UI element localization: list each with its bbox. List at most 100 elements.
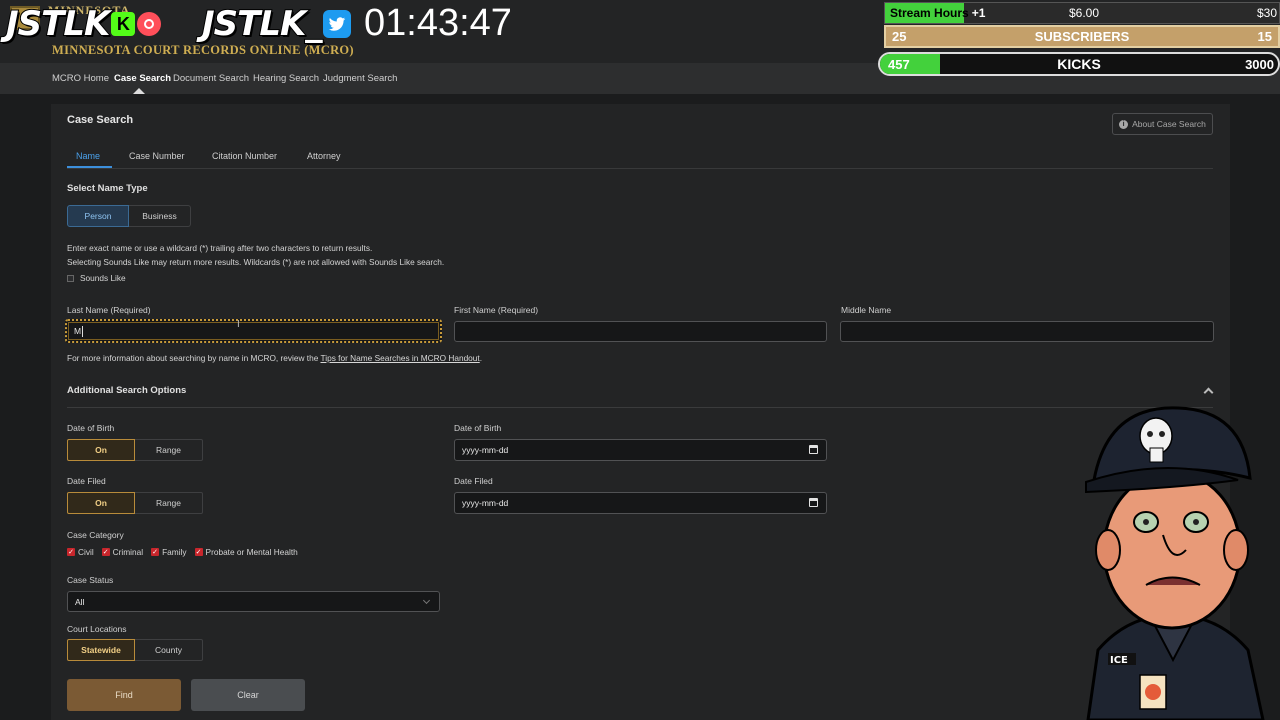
about-case-search-label: About Case Search [1132, 119, 1206, 129]
about-case-search-button[interactable]: i About Case Search [1112, 113, 1213, 135]
name-search-tips: For more information about searching by … [67, 353, 482, 363]
dob-range-option[interactable]: Range [135, 439, 203, 461]
brand-text: JSTLK [5, 3, 111, 45]
section-divider [67, 407, 1213, 408]
sounds-like-label: Sounds Like [80, 273, 126, 283]
kicks-goal: 3000 [1245, 56, 1274, 72]
last-name-label: Last Name (Required) [67, 305, 151, 315]
calendar-icon[interactable] [809, 498, 818, 507]
case-status-select[interactable]: All [67, 591, 440, 612]
subs-label: SUBSCRIBERS [1034, 29, 1130, 44]
page-title: Case Search [67, 114, 134, 126]
tab-case-number[interactable]: Case Number [129, 151, 185, 161]
stream-hours-goal: $30 [1256, 6, 1277, 20]
county-option[interactable]: County [135, 639, 203, 661]
last-name-input[interactable]: M [65, 319, 442, 343]
streamer-brand-left: JSTLK K [5, 3, 162, 45]
site-title: MINNESOTA COURT RECORDS ONLINE (MCRO) [52, 43, 354, 57]
dob-placeholder: yyyy-mm-dd [462, 445, 509, 455]
subscribers-bar: 25 SUBSCRIBERS 15 [884, 25, 1280, 48]
category-civil[interactable]: ✓ Civil [67, 547, 94, 557]
case-status-label: Case Status [67, 575, 114, 585]
avatar-ice-patch: ICE [1110, 655, 1128, 666]
category-criminal[interactable]: ✓ Criminal [101, 547, 144, 557]
category-family-label: Family [162, 547, 187, 557]
nav-document-search[interactable]: Document Search [173, 73, 249, 84]
text-caret [82, 325, 84, 337]
stream-hours-label: Stream Hours [890, 6, 969, 20]
category-criminal-label: Criminal [112, 547, 144, 557]
tips-handout-link[interactable]: Tips for Name Searches in MCRO Handout [320, 353, 479, 363]
checked-icon: ✓ [101, 548, 110, 556]
category-probate-label: Probate or Mental Health [205, 547, 298, 557]
court-locations-toggle: Statewide County [67, 639, 203, 661]
category-civil-label: Civil [78, 547, 94, 557]
checked-icon: ✓ [67, 548, 75, 556]
kicks-label: KICKS [1057, 56, 1101, 72]
stream-hours-increment: +1 [971, 6, 986, 20]
info-icon: i [1119, 119, 1129, 129]
filed-mode-label: Date Filed [67, 476, 106, 486]
date-filed-input[interactable]: yyyy-mm-dd [454, 492, 827, 514]
filed-on-option[interactable]: On [67, 492, 135, 514]
clear-button[interactable]: Clear [191, 679, 305, 711]
case-search-card [51, 104, 1230, 720]
text-cursor-icon: I [237, 319, 240, 330]
filed-field-label: Date Filed [454, 476, 493, 486]
filed-range-option[interactable]: Range [135, 492, 203, 514]
stream-hours-bar: Stream Hours +1 $6.00 $30 [884, 2, 1280, 24]
calendar-icon[interactable] [809, 445, 818, 454]
sounds-like-row: Sounds Like [67, 273, 126, 283]
name-type-heading: Select Name Type [67, 183, 148, 194]
record-icon [137, 12, 162, 36]
tab-divider [67, 168, 1213, 169]
dob-on-option[interactable]: On [67, 439, 135, 461]
case-category-label: Case Category [67, 530, 124, 540]
tips-suffix: . [479, 353, 483, 363]
name-type-toggle: Person Business [67, 205, 191, 227]
brand-text: JSTLK_ [201, 3, 323, 45]
first-name-input[interactable] [454, 321, 827, 342]
kicks-bar: 457 KICKS 3000 [878, 52, 1280, 76]
business-option[interactable]: Business [129, 205, 191, 227]
tab-citation-number[interactable]: Citation Number [212, 151, 277, 161]
tab-attorney[interactable]: Attorney [307, 151, 341, 161]
find-button[interactable]: Find [67, 679, 181, 711]
checked-icon: ✓ [194, 548, 203, 556]
court-locations-label: Court Locations [67, 624, 127, 634]
nav-judgment-search[interactable]: Judgment Search [323, 73, 397, 84]
stream-hours-price: $6.00 [1069, 6, 1100, 20]
kick-letter: K [116, 13, 130, 34]
subs-goal: 15 [1257, 29, 1272, 44]
dob-date-input[interactable]: yyyy-mm-dd [454, 439, 827, 461]
filed-mode-toggle: On Range [67, 492, 203, 514]
statewide-option[interactable]: Statewide [67, 639, 135, 661]
kick-logo-icon: K [111, 12, 136, 36]
tips-prefix: For more information about searching by … [67, 353, 321, 363]
dob-mode-label: Date of Birth [67, 423, 115, 433]
dob-field-label: Date of Birth [454, 423, 502, 433]
chevron-down-icon [422, 596, 431, 605]
middle-name-input[interactable] [840, 321, 1214, 342]
nav-hearing-search[interactable]: Hearing Search [253, 73, 319, 84]
active-nav-indicator [133, 88, 145, 94]
tab-name[interactable]: Name [76, 151, 100, 161]
filed-placeholder: yyyy-mm-dd [462, 498, 509, 508]
sounds-like-help-text: Selecting Sounds Like may return more re… [67, 257, 445, 267]
checked-icon: ✓ [151, 548, 160, 556]
dob-mode-toggle: On Range [67, 439, 203, 461]
streamer-avatar: ICE [1085, 406, 1265, 720]
wildcard-help-text: Enter exact name or use a wildcard (*) t… [67, 243, 373, 253]
category-family[interactable]: ✓ Family [151, 547, 187, 557]
category-probate[interactable]: ✓ Probate or Mental Health [194, 547, 298, 557]
last-name-value: M [74, 326, 82, 336]
active-tab-underline [67, 166, 112, 168]
nav-mcro-home[interactable]: MCRO Home [52, 73, 109, 84]
first-name-label: First Name (Required) [454, 305, 539, 315]
streamer-brand-right: JSTLK_ [201, 3, 352, 45]
nav-case-search[interactable]: Case Search [114, 73, 171, 84]
sounds-like-checkbox[interactable] [67, 274, 74, 282]
case-status-value: All [75, 596, 85, 607]
person-option[interactable]: Person [67, 205, 129, 227]
middle-name-label: Middle Name [841, 305, 892, 315]
